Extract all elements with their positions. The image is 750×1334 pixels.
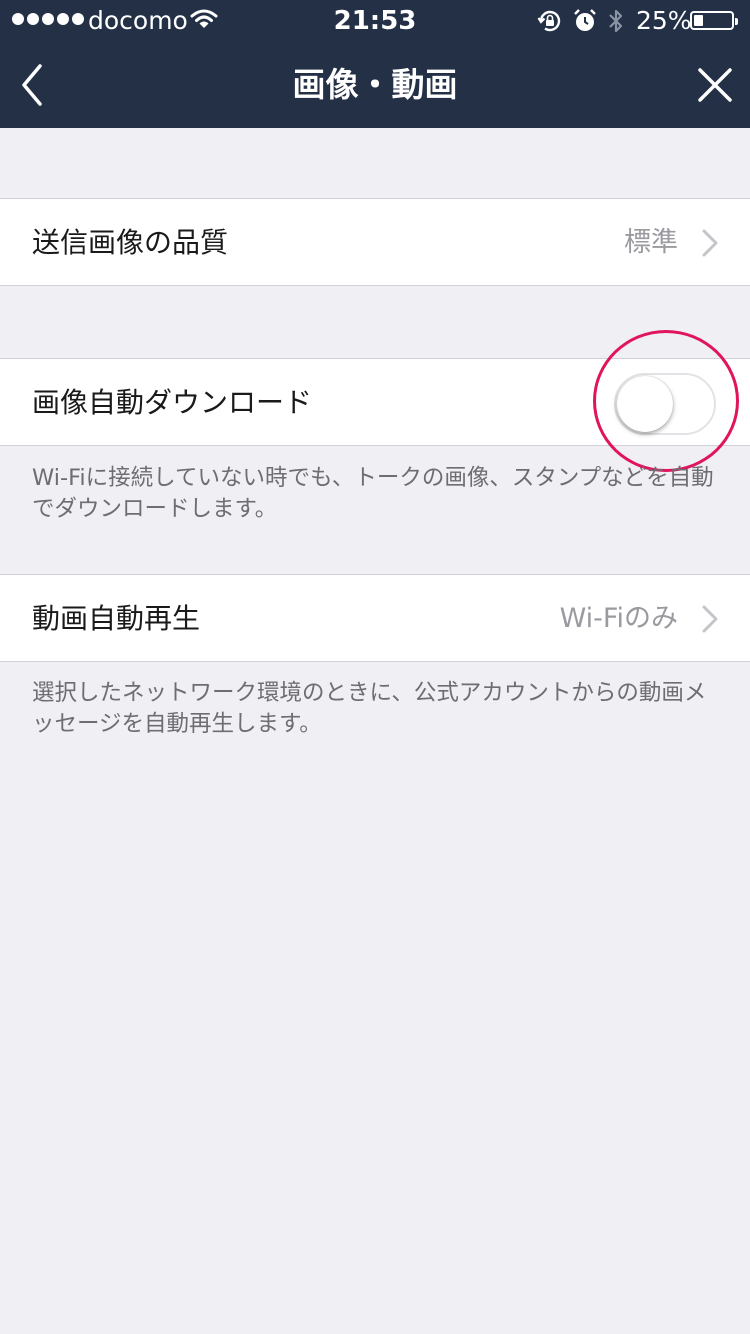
auto-download-note: Wi-Fiに接続していない時でも、トークの画像、スタンプなどを自動でダウンロード…	[32, 465, 714, 522]
auto-download-toggle[interactable]	[614, 373, 716, 435]
autoplay-value: Wi-Fiのみ	[559, 603, 678, 634]
autoplay-label: 動画自動再生	[32, 602, 201, 635]
close-icon	[698, 68, 732, 102]
battery-icon	[690, 11, 738, 30]
auto-download-label: 画像自動ダウンロード	[32, 386, 313, 419]
send-quality-label: 送信画像の品質	[32, 226, 229, 259]
toggle-knob	[617, 376, 673, 432]
close-button[interactable]	[694, 64, 736, 106]
autoplay-row[interactable]: 動画自動再生 Wi-Fiのみ	[0, 574, 750, 662]
status-icons	[537, 8, 625, 34]
autoplay-note: 選択したネットワーク環境のときに、公式アカウントからの動画メッセージを自動再生し…	[32, 680, 707, 737]
header: docomo 21:53 25% 画像・動画	[0, 0, 750, 128]
send-quality-value: 標準	[624, 227, 678, 258]
rotation-lock-icon	[537, 10, 561, 32]
battery-percent: 25%	[636, 6, 692, 35]
bluetooth-icon	[609, 9, 623, 33]
chevron-right-icon	[702, 229, 718, 257]
chevron-right-icon	[702, 605, 718, 633]
send-quality-row[interactable]: 送信画像の品質 標準	[0, 198, 750, 286]
alarm-icon	[574, 9, 596, 31]
page-title: 画像・動画	[292, 65, 458, 104]
auto-download-row: 画像自動ダウンロード	[0, 358, 750, 446]
status-bar: docomo 21:53 25%	[0, 0, 750, 42]
